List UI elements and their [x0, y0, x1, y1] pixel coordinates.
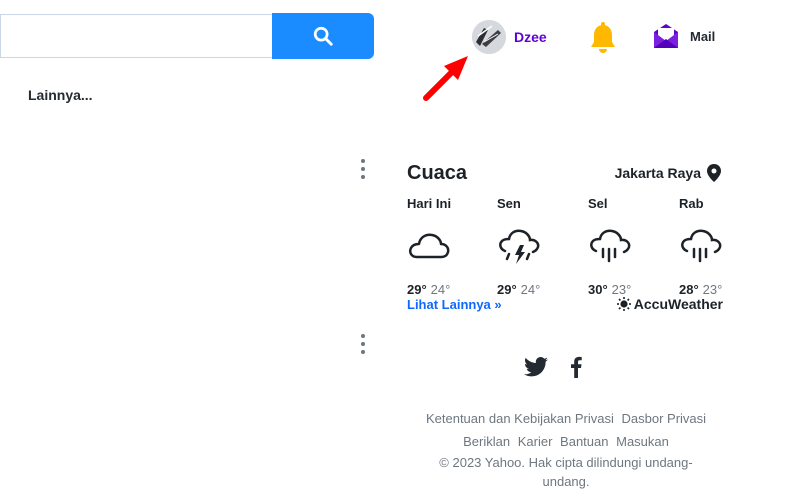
copyright: © 2023 Yahoo. Hak cipta dilindungi undan…	[439, 455, 693, 489]
careers-link[interactable]: Karier	[518, 434, 553, 449]
bell-icon	[591, 22, 615, 53]
weather-location[interactable]: Jakarta Raya	[615, 164, 721, 182]
day-name: Hari Ini	[407, 196, 452, 211]
footer: Ketentuan dan Kebijakan Privasi Dasbor P…	[407, 408, 725, 491]
advertise-link[interactable]: Beriklan	[463, 434, 510, 449]
rain-icon	[590, 229, 631, 263]
location-pin-icon	[707, 164, 721, 182]
accuweather-logo[interactable]: AccuWeather	[616, 296, 723, 312]
rain-icon	[681, 229, 722, 263]
search-button[interactable]	[272, 13, 374, 59]
weather-more-options-button[interactable]	[358, 159, 368, 181]
weather-title: Cuaca	[407, 162, 468, 184]
temp-high: 30°	[588, 282, 608, 297]
dot-icon	[361, 175, 365, 179]
dot-icon	[361, 167, 365, 171]
privacy-dashboard-link[interactable]: Dasbor Privasi	[622, 411, 707, 426]
sun-icon	[616, 297, 631, 311]
more-options-button[interactable]	[358, 334, 368, 356]
dot-icon	[361, 342, 365, 346]
temp-low: 24°	[520, 282, 541, 297]
dot-icon	[361, 350, 365, 354]
notifications-button[interactable]	[588, 22, 618, 59]
location-label: Jakarta Raya	[614, 165, 701, 181]
temp-high: 28°	[679, 282, 699, 297]
search-icon	[313, 26, 333, 46]
temp-low: 24°	[430, 282, 451, 297]
provider-name: AccuWeather	[633, 296, 723, 312]
forecast-day[interactable]: Rab 28° 23°	[679, 196, 739, 297]
feedback-link[interactable]: Masukan	[616, 434, 669, 449]
footer-links-row: Ketentuan dan Kebijakan Privasi Dasbor P…	[407, 408, 725, 430]
temp-high: 29°	[407, 282, 427, 297]
twitter-icon[interactable]	[524, 357, 548, 377]
avatar	[472, 20, 506, 54]
mail-label: Mail	[690, 28, 716, 44]
temp-low: 23°	[702, 282, 723, 297]
user-profile-button[interactable]: Dzee	[472, 20, 547, 54]
facebook-icon[interactable]	[570, 356, 582, 378]
social-links	[524, 356, 582, 378]
forecast-day[interactable]: Hari Ini 29° 24°	[407, 196, 467, 297]
day-name: Sel	[588, 196, 608, 211]
search-box	[0, 14, 272, 58]
forecast-day[interactable]: Sel 30° 23°	[588, 196, 648, 297]
cloud-icon	[409, 233, 450, 259]
thunderstorm-icon	[499, 229, 540, 264]
mail-button[interactable]: Mail	[652, 22, 715, 50]
dot-icon	[361, 159, 365, 163]
day-name: Sen	[497, 196, 521, 211]
footer-links-row: Beriklan Karier Bantuan Masukan	[407, 431, 725, 453]
temp-high: 29°	[497, 282, 517, 297]
mail-icon	[654, 24, 678, 48]
temp-low: 23°	[611, 282, 632, 297]
day-name: Rab	[679, 196, 704, 211]
terms-privacy-link[interactable]: Ketentuan dan Kebijakan Privasi	[426, 411, 614, 426]
see-more-link[interactable]: Lihat Lainnya »	[407, 297, 502, 312]
more-link[interactable]: Lainnya...	[28, 87, 93, 103]
forecast-day[interactable]: Sen 29° 24°	[497, 196, 557, 297]
help-link[interactable]: Bantuan	[560, 434, 608, 449]
dot-icon	[361, 334, 365, 338]
user-name: Dzee	[514, 29, 547, 45]
red-arrow-annotation	[423, 56, 468, 101]
search-input[interactable]	[1, 15, 272, 57]
